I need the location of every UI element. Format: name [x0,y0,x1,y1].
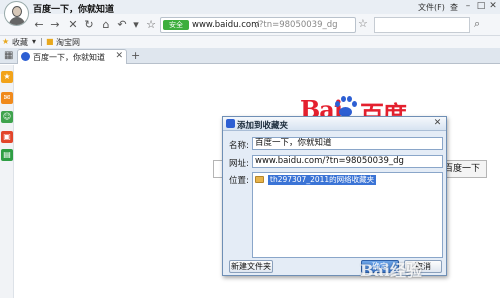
refresh-icon[interactable]: ↻ [82,18,96,32]
favorites-dropdown-icon[interactable]: ▾ [32,37,36,46]
address-bar[interactable]: 安全 www.baidu.com /?tn=98050039_dg [160,17,356,33]
avatar-body [9,17,25,25]
tab-baidu[interactable]: 百度一下，你就知道 ✕ [17,49,127,64]
url-label: 网址: [229,159,249,169]
dialog-title: 添加到收藏夹 [237,121,289,131]
favorites-star-icon: ★ [2,37,10,46]
watermark: Bai经验 [360,261,422,280]
menu-view[interactable]: 查 [450,2,458,13]
minimize-icon[interactable]: – [462,1,474,12]
baidu-favicon-icon [21,52,30,61]
folder-icon [255,176,264,183]
dialog-title-bar: 添加到收藏夹 ✕ [223,117,446,131]
sidebar-app-icon[interactable]: ▤ [1,149,13,161]
favorites-bar: ★ 收藏 ▾ | ■ 淘宝网 [0,36,500,48]
add-favorite-dialog: 添加到收藏夹 ✕ 名称: 百度一下，你就知道 网址: www.baidu.com… [222,116,447,276]
left-sidebar: ★ ✉ ☺ ▣ ▤ [0,65,14,298]
sidebar-shop-icon[interactable]: ▣ [1,131,13,143]
history-dropdown-icon[interactable]: ▾ [129,18,143,32]
history-icon[interactable]: ↶ [115,18,129,32]
new-folder-button[interactable]: 新建文件夹 [229,260,273,273]
location-label: 位置: [229,176,249,186]
menu-file[interactable]: 文件(F) [418,2,445,13]
forward-icon[interactable]: → [48,18,62,32]
tab-close-icon[interactable]: ✕ [115,51,123,61]
safe-badge: 安全 [163,20,189,30]
address-star-icon[interactable]: ☆ [358,17,368,30]
avatar-face [12,6,22,17]
stop-icon[interactable]: ✕ [66,18,80,32]
new-tab-icon[interactable]: + [131,49,140,62]
favorite-link-taobao[interactable]: 淘宝网 [56,37,80,48]
favorites-separator: | [40,37,43,46]
dialog-close-icon[interactable]: ✕ [432,118,443,129]
tab-grid-icon[interactable]: ▦ [4,50,13,61]
sidebar-favorites-icon[interactable]: ★ [1,71,13,83]
url-field[interactable]: www.baidu.com/?tn=98050039_dg [252,155,443,168]
home-icon[interactable]: ⌂ [99,18,113,32]
dialog-favorite-icon [226,119,235,128]
window-close-icon[interactable]: ✕ [487,1,499,12]
folder-label: th297307_2011的网络收藏夹 [268,175,377,185]
url-path: /?tn=98050039_dg [256,20,338,30]
name-label: 名称: [229,141,249,151]
name-field[interactable]: 百度一下，你就知道 [252,137,443,150]
sidebar-mail-icon[interactable]: ✉ [1,92,13,104]
favorites-menu[interactable]: 收藏 [12,37,28,48]
user-avatar[interactable] [4,1,29,26]
back-icon[interactable]: ← [32,18,46,32]
folder-tree[interactable]: th297307_2011的网络收藏夹 [252,172,443,258]
favorite-star-icon[interactable]: ☆ [144,18,158,32]
sidebar-contacts-icon[interactable]: ☺ [1,111,13,123]
taobao-icon: ■ [46,37,54,46]
toolbar-search-input[interactable] [374,17,470,33]
search-icon[interactable]: ⌕ [474,17,480,31]
tab-strip: ▦ 百度一下，你就知道 ✕ + [0,48,500,64]
maximize-icon[interactable]: □ [475,1,487,12]
tab-label: 百度一下，你就知道 [33,53,105,62]
title-bar: 百度一下，你就知道 文件(F) 查 – □ ✕ [0,0,500,15]
url-host: www.baidu.com [192,20,260,30]
